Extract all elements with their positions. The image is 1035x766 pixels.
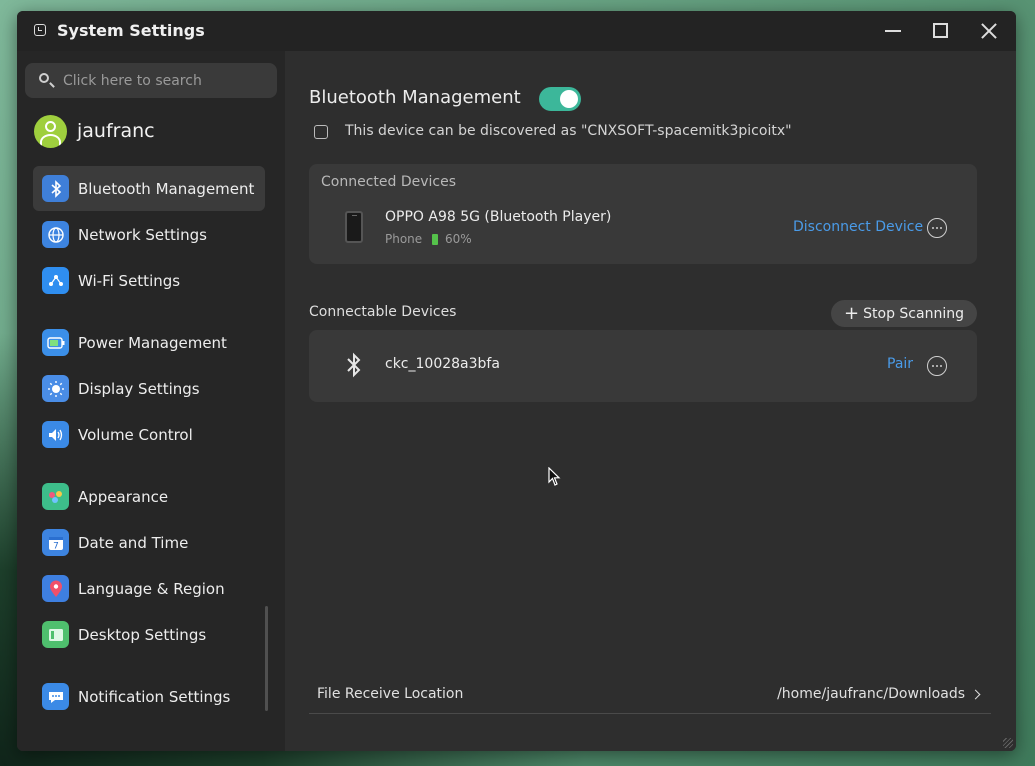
- battery-level: 60%: [445, 232, 472, 246]
- sidebar-item-date-time[interactable]: 7 Date and Time: [33, 520, 265, 565]
- connected-devices-card: Connected Devices OPPO A98 5G (Bluetooth…: [309, 164, 977, 264]
- main-content: Bluetooth Management This device can be …: [285, 51, 1016, 751]
- sidebar-item-display[interactable]: Display Settings: [33, 366, 265, 411]
- sidebar-item-language[interactable]: Language & Region: [33, 566, 265, 611]
- device-name: ckc_10028a3bfa: [385, 356, 500, 372]
- settings-app-icon: [34, 24, 46, 36]
- more-options-icon[interactable]: [927, 356, 947, 376]
- discoverable-label: This device can be discovered as "CNXSOF…: [345, 123, 792, 139]
- sidebar-item-wifi[interactable]: Wi-Fi Settings: [33, 258, 265, 303]
- globe-icon: [42, 221, 69, 248]
- sidebar-item-power[interactable]: Power Management: [33, 320, 265, 365]
- connectable-devices-card: ckc_10028a3bfa Pair: [309, 330, 977, 402]
- sidebar-item-label: Power Management: [78, 334, 227, 352]
- sidebar-item-bluetooth[interactable]: Bluetooth Management: [33, 166, 265, 211]
- sidebar-item-network[interactable]: Network Settings: [33, 212, 265, 257]
- sidebar-item-label: Language & Region: [78, 580, 225, 598]
- sidebar-item-label: Network Settings: [78, 226, 207, 244]
- bluetooth-icon: [347, 352, 361, 378]
- sidebar-item-label: Volume Control: [78, 426, 193, 444]
- search-icon: [39, 73, 49, 83]
- sidebar-item-label: Display Settings: [78, 380, 200, 398]
- sidebar-item-volume[interactable]: Volume Control: [33, 412, 265, 457]
- sidebar-item-appearance[interactable]: Appearance: [33, 474, 265, 519]
- connected-devices-title: Connected Devices: [321, 174, 457, 190]
- disconnect-device-button[interactable]: Disconnect Device: [793, 219, 923, 235]
- resize-grip[interactable]: [1003, 738, 1013, 748]
- pair-button[interactable]: Pair: [887, 356, 913, 372]
- sidebar-item-label: Date and Time: [78, 534, 189, 552]
- avatar: [34, 115, 67, 148]
- sidebar: jaufranc Bluetooth Management Network Se…: [17, 51, 285, 751]
- user-name: jaufranc: [77, 120, 155, 142]
- chat-bubble-icon: [42, 683, 69, 710]
- plus-icon: +: [844, 302, 860, 324]
- discoverable-checkbox[interactable]: [314, 125, 328, 139]
- mouse-pointer-icon: [548, 467, 561, 486]
- map-pin-icon: [42, 575, 69, 602]
- sidebar-item-desktop[interactable]: Desktop Settings: [33, 612, 265, 657]
- file-receive-location-row[interactable]: File Receive Location /home/jaufranc/Dow…: [309, 677, 991, 714]
- device-name: OPPO A98 5G (Bluetooth Player): [385, 209, 612, 225]
- battery-icon: [42, 329, 69, 356]
- settings-window: System Settings jaufranc Bluetooth Manag…: [17, 11, 1016, 751]
- chevron-right-icon: [970, 689, 981, 700]
- stop-scanning-button[interactable]: + Stop Scanning: [831, 300, 977, 327]
- sidebar-item-label: Bluetooth Management: [78, 180, 255, 198]
- bluetooth-icon: [42, 175, 69, 202]
- page-title: Bluetooth Management: [309, 87, 521, 108]
- window-title: System Settings: [57, 21, 205, 40]
- palette-icon: [42, 483, 69, 510]
- more-options-icon[interactable]: [927, 218, 947, 238]
- brightness-icon: [42, 375, 69, 402]
- sidebar-item-label: Appearance: [78, 488, 169, 506]
- title-bar: System Settings: [17, 11, 1016, 51]
- sidebar-item-label: Desktop Settings: [78, 626, 207, 644]
- sidebar-scrollbar[interactable]: [265, 606, 268, 711]
- device-type: Phone: [385, 232, 423, 246]
- stop-scanning-label: Stop Scanning: [863, 305, 964, 322]
- sidebar-item-notifications[interactable]: Notification Settings: [33, 674, 265, 719]
- sidebar-item-label: Wi-Fi Settings: [78, 272, 181, 290]
- wifi-icon: [42, 267, 69, 294]
- minimize-button[interactable]: [878, 17, 908, 45]
- maximize-button[interactable]: [926, 17, 956, 45]
- calendar-icon: 7: [42, 529, 69, 556]
- close-button[interactable]: [974, 17, 1004, 45]
- phone-icon: [345, 211, 363, 243]
- connectable-devices-title: Connectable Devices: [309, 304, 457, 320]
- battery-level-icon: [432, 234, 438, 245]
- file-receive-path: /home/jaufranc/Downloads: [777, 686, 965, 702]
- search-input[interactable]: [63, 63, 263, 98]
- bluetooth-toggle[interactable]: [539, 87, 581, 111]
- svg-text:7: 7: [53, 541, 59, 551]
- search-box[interactable]: [25, 63, 277, 98]
- file-receive-location-label: File Receive Location: [317, 686, 464, 702]
- speaker-icon: [42, 421, 69, 448]
- desktop-icon: [42, 621, 69, 648]
- sidebar-item-label: Notification Settings: [78, 688, 231, 706]
